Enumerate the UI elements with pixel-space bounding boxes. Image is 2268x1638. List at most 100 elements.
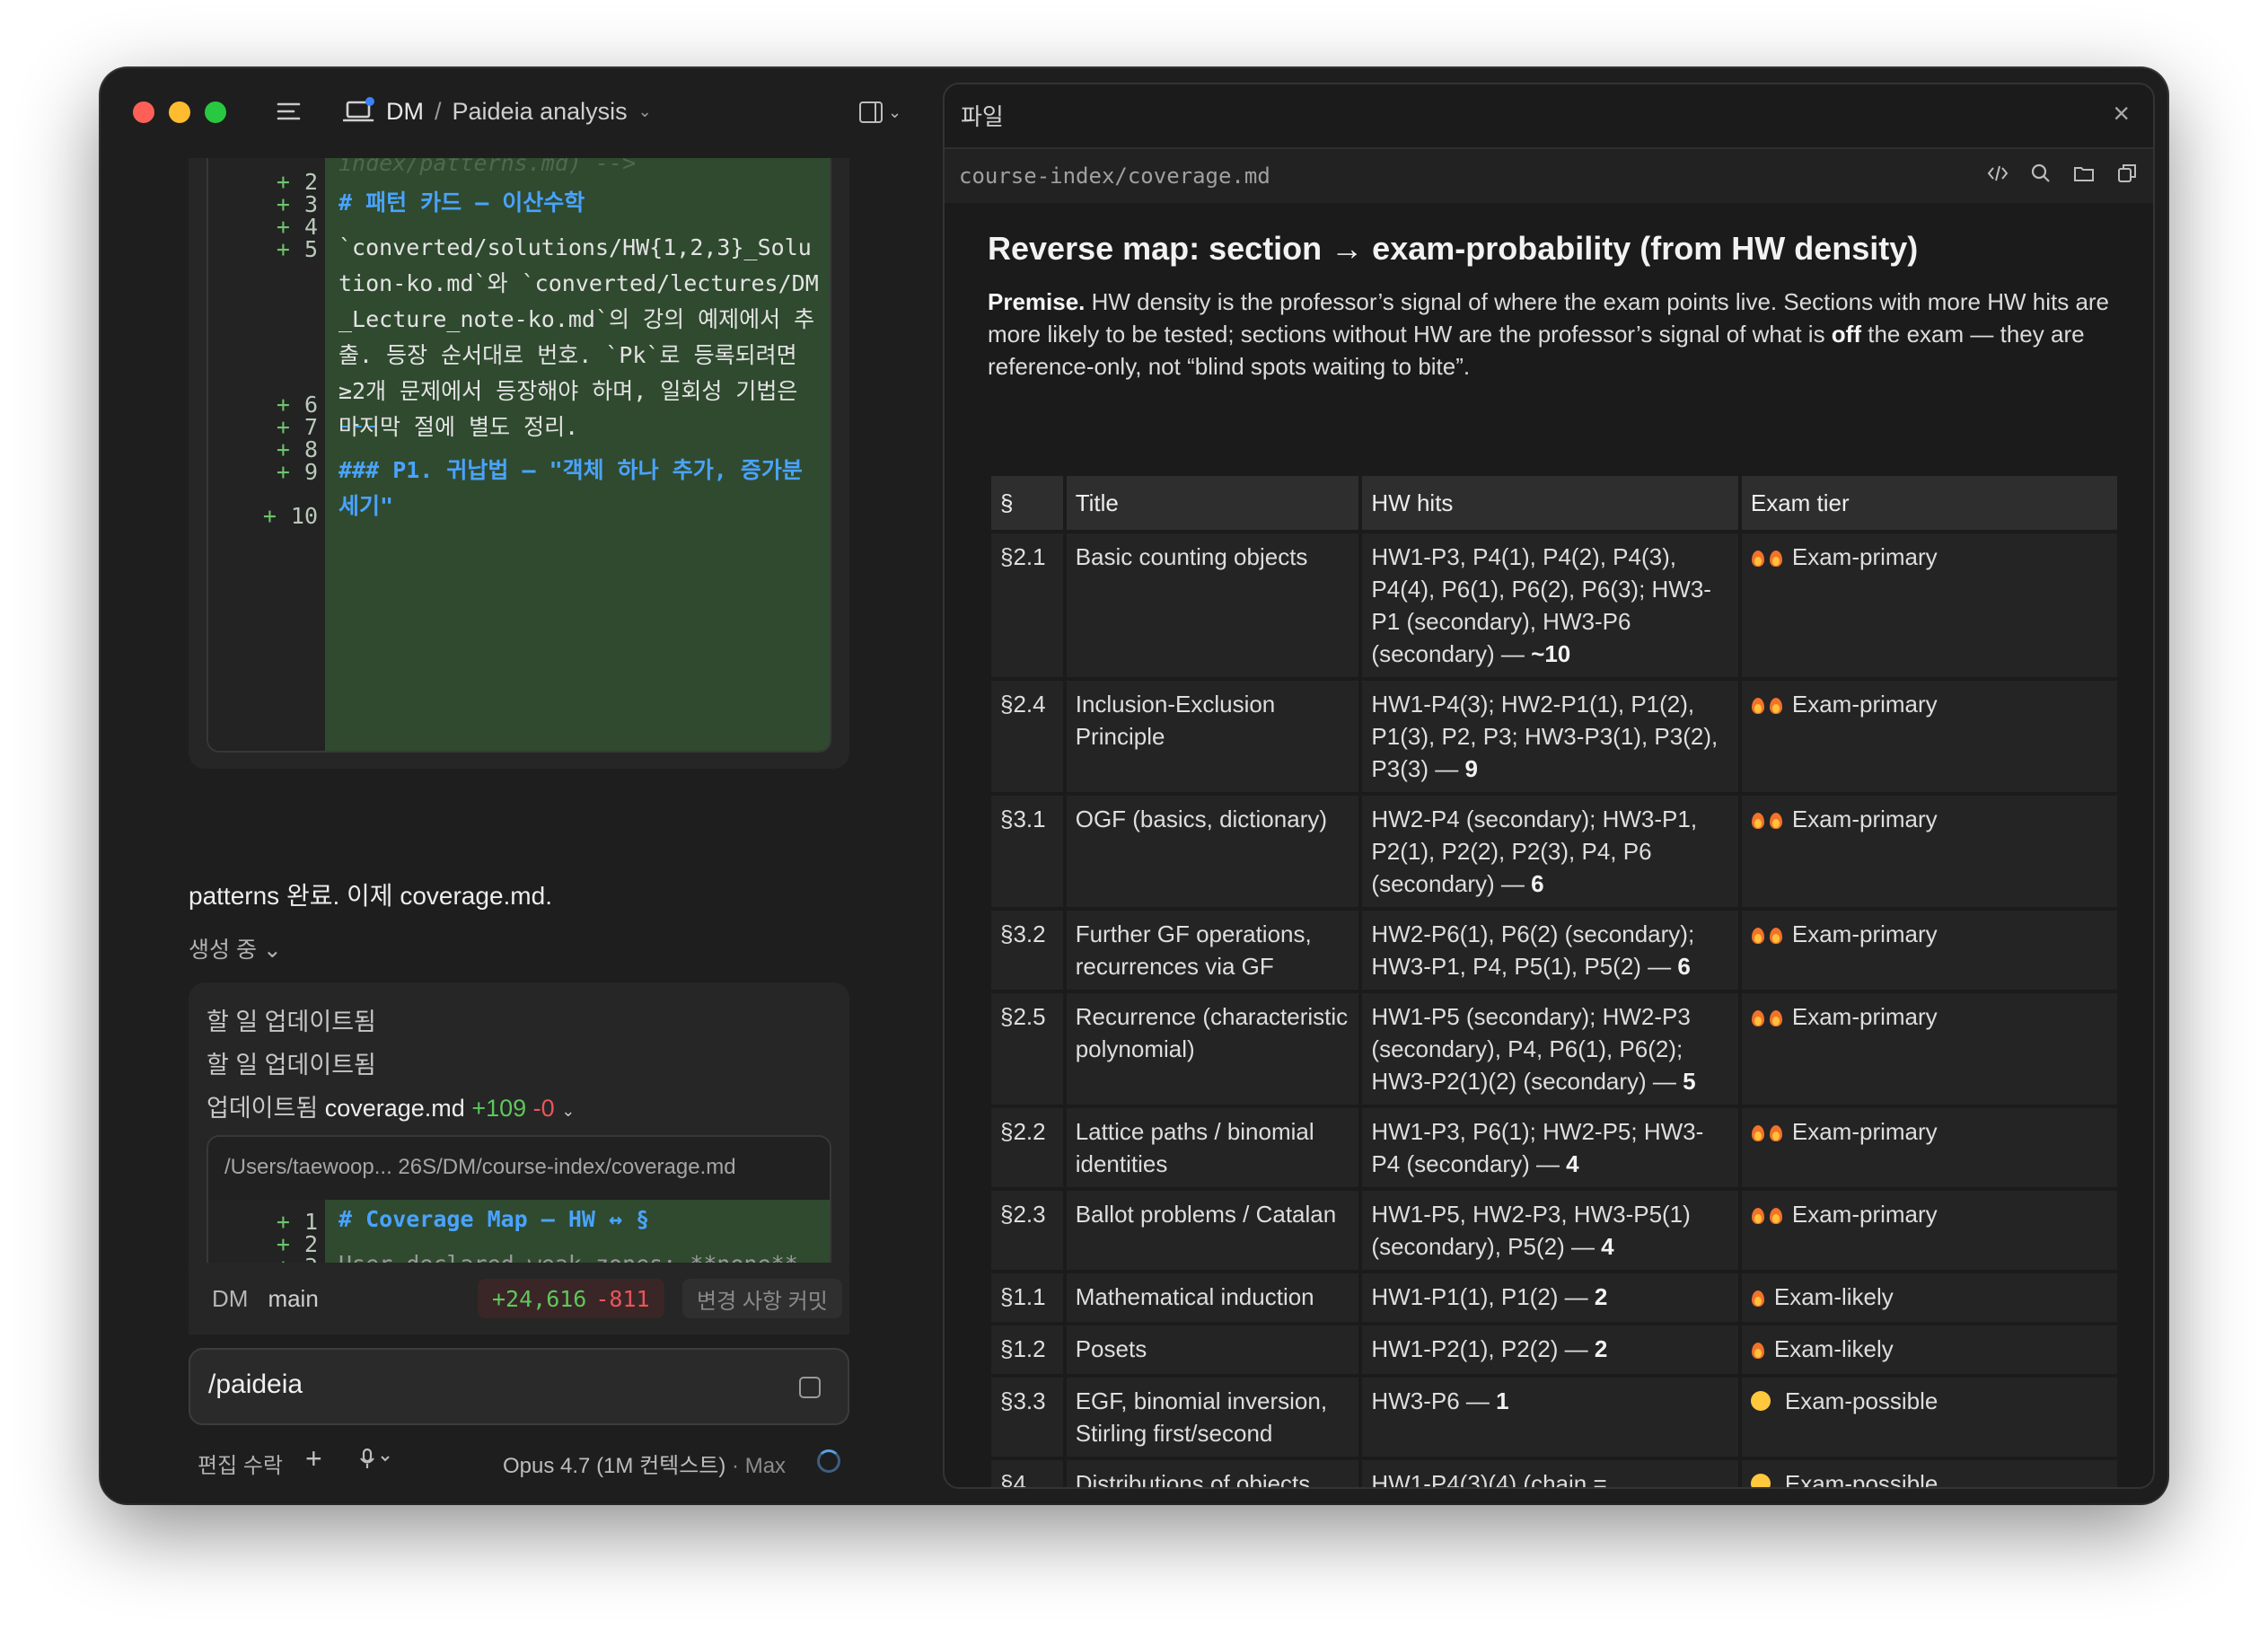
tier-label: Exam-primary — [1791, 543, 1938, 570]
conversation-scroll[interactable]: index/patterns.md) --> +2 +3 # 패턴 카드 — 이… — [101, 158, 927, 1317]
table-row: §3.2 Further GF operations, recurrences v… — [991, 911, 2117, 990]
folder-icon[interactable] — [2072, 162, 2096, 185]
table-header-row: § Title HW hits Exam tier — [991, 476, 2117, 530]
accept-edits-toggle[interactable]: 편집 수락 — [198, 1448, 283, 1479]
hw-hits-cell: HW1-P4(3)(4) (chain = — [1362, 1460, 1738, 1487]
flame-icon — [1769, 694, 1783, 714]
title-cell: Basic counting objects — [1066, 533, 1359, 677]
flame-icon — [1751, 1007, 1765, 1026]
code-icon[interactable] — [1986, 162, 2009, 185]
table-row: §2.2 Lattice paths / binomial identities H… — [991, 1108, 2117, 1187]
chevron-down-icon: ⌄ — [561, 1102, 576, 1120]
breadcrumb-separator: / — [435, 97, 442, 125]
diff-stat-badge[interactable]: +24,616 -811 — [478, 1279, 664, 1318]
hit-count: 4 — [1566, 1150, 1579, 1177]
section-cell: §2.2 — [991, 1108, 1063, 1187]
exam-tier-cell: Exam-primary — [1741, 911, 2117, 990]
table-row: §1.2 Posets HW1-P2(1), P2(2) — 2 Exam-likel… — [991, 1325, 2117, 1374]
tier-label: Exam-possible — [1784, 1470, 1938, 1489]
hw-hits-cell: HW2-P6(1), P6(2) (secondary); HW3-P1, P4… — [1362, 911, 1738, 990]
diff-line: # 패턴 카드 — 이산수학 — [338, 189, 585, 216]
flame-icon — [1751, 1339, 1765, 1359]
exam-tier-cell: Exam-primary — [1741, 681, 2117, 792]
hw-hits-cell: HW1-P3, P6(1); HW2-P5; HW3-P4 (secondary… — [1362, 1108, 1738, 1187]
tier-label: Exam-primary — [1791, 1201, 1938, 1228]
prompt-input-text[interactable]: /paideia — [208, 1369, 303, 1400]
exam-tier-cell: Exam-primary — [1741, 796, 2117, 907]
search-icon[interactable] — [2029, 162, 2053, 185]
mic-icon[interactable] — [356, 1446, 391, 1473]
breadcrumb[interactable]: DM / Paideia analysis ⌄ — [342, 93, 652, 129]
stop-icon[interactable] — [799, 1377, 821, 1398]
flame-icon — [1769, 809, 1783, 829]
table-row: §3.3 EGF, binomial inversion, Stirling fi… — [991, 1378, 2117, 1457]
column-header: Title — [1066, 476, 1359, 530]
hit-count: 2 — [1594, 1283, 1608, 1310]
table-row: §1.1 Mathematical induction HW1-P1(1), P1(… — [991, 1273, 2117, 1322]
breadcrumb-project: Paideia analysis — [452, 97, 628, 125]
title-cell: Lattice paths / binomial identities — [1066, 1108, 1359, 1187]
tier-label: Exam-primary — [1791, 806, 1938, 832]
hw-hits-cell: HW1-P2(1), P2(2) — 2 — [1362, 1325, 1738, 1374]
prompt-input[interactable]: /paideia — [189, 1348, 849, 1425]
diff-line: --- — [338, 412, 380, 438]
copy-icon[interactable] — [2115, 162, 2139, 185]
flame-icon — [1769, 1204, 1783, 1224]
file-updated-line[interactable]: 업데이트됨 coverage.md +109 -0 ⌄ — [207, 1088, 575, 1123]
title-cell: Posets — [1066, 1325, 1359, 1374]
sidebar-toggle-icon[interactable] — [274, 95, 306, 128]
title-cell: Recurrence (characteristic polynomial) — [1066, 993, 1359, 1105]
flame-icon — [1751, 694, 1765, 714]
exam-tier-cell: Exam-possible — [1741, 1378, 2117, 1457]
table-row: §2.1 Basic counting objects HW1-P3, P4(1),… — [991, 533, 2117, 677]
branch-repo: DM — [212, 1284, 249, 1312]
table-row: §2.4 Inclusion-Exclusion Principle HW1-P4(… — [991, 681, 2117, 792]
patterns-diff-card: index/patterns.md) --> +2 +3 # 패턴 카드 — 이… — [189, 158, 849, 769]
todo-updated-line: 할 일 업데이트됨 — [207, 1052, 376, 1079]
flame-icon — [1751, 547, 1765, 567]
plus-icon[interactable]: + — [305, 1442, 322, 1475]
exam-tier-cell: Exam-likely — [1741, 1273, 2117, 1322]
hw-hits-cell: HW1-P5, HW2-P3, HW3-P5(1) (secondary), P… — [1362, 1191, 1738, 1270]
yellow-circle-icon — [1750, 1474, 1771, 1487]
branch-name[interactable]: main — [268, 1285, 318, 1313]
flame-icon — [1751, 809, 1765, 829]
markdown-document: Reverse map: section → exam-probability … — [988, 228, 2128, 383]
close-window-button[interactable] — [133, 101, 154, 123]
section-cell: §2.3 — [991, 1191, 1063, 1270]
file-preview-panel: 파일 × course-index/coverage.md Reverse ma… — [943, 83, 2155, 1489]
breadcrumb-repo: DM — [386, 97, 424, 125]
model-selector[interactable]: Opus 4.7 (1M 컨텍스트) · Max — [503, 1448, 786, 1479]
flame-icon — [1769, 547, 1783, 567]
chat-panel: DM / Paideia analysis ⌄ ⌄ index/patterns… — [101, 68, 927, 1503]
file-path-bar: course-index/coverage.md — [945, 147, 2153, 203]
assistant-message: patterns 완료. 이제 coverage.md. — [189, 882, 552, 910]
minimize-window-button[interactable] — [169, 101, 190, 123]
hw-hits-cell: HW1-P1(1), P1(2) — 2 — [1362, 1273, 1738, 1322]
document-heading: Reverse map: section → exam-probability … — [988, 230, 1919, 267]
tier-label: Exam-possible — [1784, 1387, 1938, 1414]
exam-tier-cell: Exam-primary — [1741, 1191, 2117, 1270]
layout-toggle-icon[interactable]: ⌄ — [859, 98, 913, 127]
flame-icon — [1769, 1122, 1783, 1141]
title-cell: Ballot problems / Catalan — [1066, 1191, 1359, 1270]
tier-label: Exam-primary — [1791, 691, 1938, 718]
column-header: § — [991, 476, 1063, 530]
title-cell: OGF (basics, dictionary) — [1066, 796, 1359, 907]
hit-count: 6 — [1531, 870, 1544, 897]
generating-status[interactable]: 생성 중 ⌄ — [189, 932, 282, 964]
flame-icon — [1769, 1007, 1783, 1026]
hit-count: 5 — [1683, 1068, 1696, 1095]
zoom-window-button[interactable] — [205, 101, 226, 123]
diff-line-faded: index/patterns.md) --> — [338, 158, 637, 176]
close-icon[interactable]: × — [2113, 97, 2130, 130]
table-row: §2.3 Ballot problems / Catalan HW1-P5, HW2… — [991, 1191, 2117, 1270]
hw-hits-cell: HW1-P4(3); HW2-P1(1), P1(2), P1(3), P2, … — [1362, 681, 1738, 792]
title-cell: Mathematical induction — [1066, 1273, 1359, 1322]
commit-changes-button[interactable]: 변경 사항 커밋 — [682, 1279, 842, 1318]
diff-file-path: /Users/taewoop... 26S/DM/course-index/co… — [224, 1155, 736, 1179]
todo-updated-line: 할 일 업데이트됨 — [207, 1008, 376, 1035]
title-cell: Further GF operations, recurrences via G… — [1066, 911, 1359, 990]
section-cell: §3.1 — [991, 796, 1063, 907]
table-row: §3.1 OGF (basics, dictionary) HW2-P4 (seco… — [991, 796, 2117, 907]
